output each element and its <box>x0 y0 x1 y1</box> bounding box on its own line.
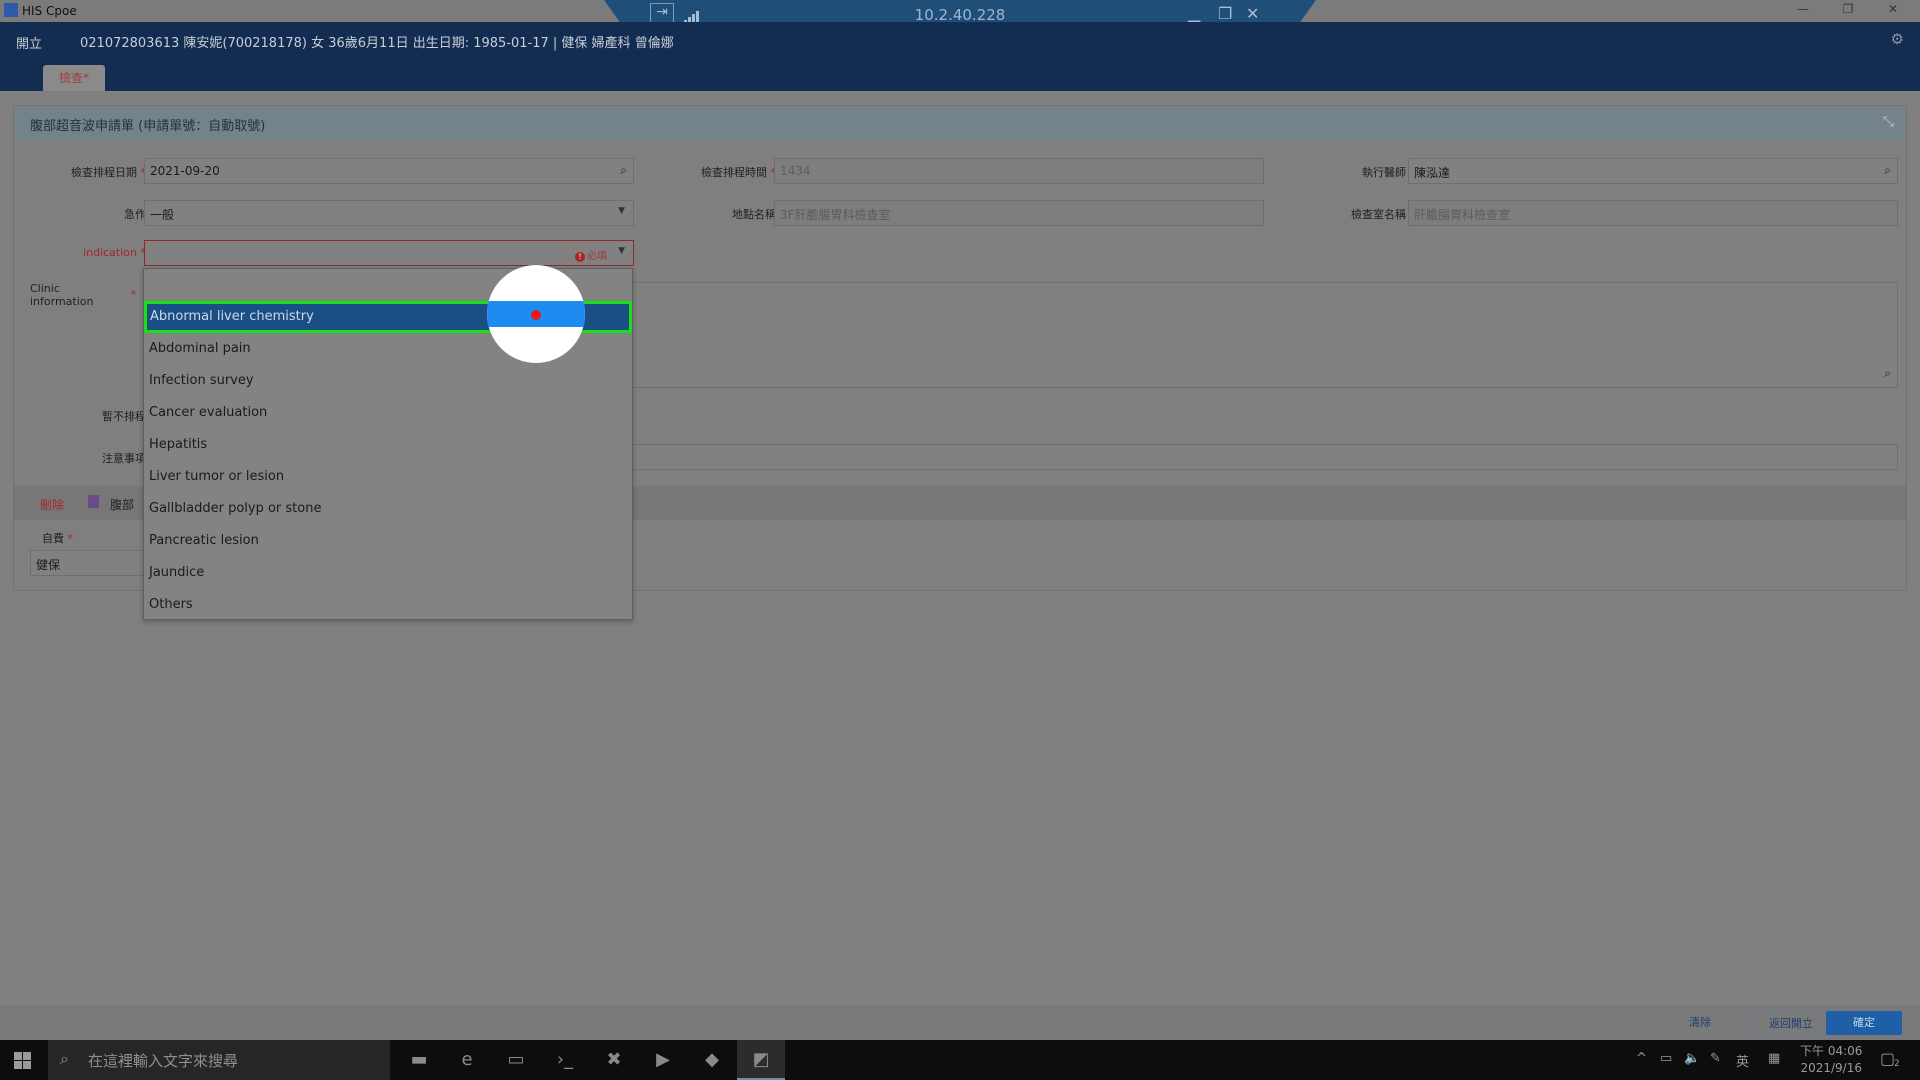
form-title: 腹部超音波申請單 (申請單號：自動取號) <box>30 119 266 134</box>
clinic-info-required: * <box>130 288 137 301</box>
urgency-value: 一般 <box>150 208 175 222</box>
dropdown-option[interactable]: Cancer evaluation <box>144 397 632 429</box>
indication-label: indication * <box>83 246 146 259</box>
rdp-restore-icon[interactable]: ❐ <box>1218 4 1232 23</box>
exam-item-title: 腹部 <box>110 498 135 512</box>
window-app-icon[interactable]: ▭ <box>492 1040 540 1080</box>
form-header: 腹部超音波申請單 (申請單號：自動取號) ⤡ <box>14 106 1906 140</box>
book-icon <box>88 495 99 508</box>
search-icon: ⌕ <box>60 1049 69 1068</box>
urgency-label: 急作 <box>124 208 146 221</box>
media-app-icon[interactable]: ▶ <box>639 1040 687 1080</box>
click-point-icon <box>531 310 541 320</box>
excel-icon[interactable]: ✖ <box>590 1040 638 1080</box>
clear-button[interactable]: 清除 <box>1670 1011 1730 1035</box>
windows-start-icon[interactable] <box>14 1052 31 1069</box>
open-order-label[interactable]: 開立 <box>16 33 42 52</box>
his-cpoe-app-icon[interactable]: ◩ <box>737 1040 785 1080</box>
dropdown-option[interactable]: Jaundice <box>144 557 632 589</box>
calendar-search-icon[interactable]: ⌕ <box>620 163 627 178</box>
chevron-up-icon[interactable]: ^ <box>1636 1051 1647 1066</box>
tab-exam[interactable]: 檢查* <box>43 65 105 91</box>
chevron-down-icon: ▼ <box>618 206 625 216</box>
app-logo-icon <box>4 3 18 17</box>
chevron-down-icon: ▼ <box>618 246 625 256</box>
taskbar-clock[interactable]: 下午 04:06 2021/9/16 <box>1800 1043 1862 1077</box>
dropdown-option[interactable]: Pancreatic lesion <box>144 525 632 557</box>
search-icon[interactable]: ⌕ <box>1884 366 1891 381</box>
search-placeholder: 在這裡輸入文字來搜尋 <box>88 1052 239 1070</box>
network-icon[interactable]: ▭ <box>1660 1051 1672 1066</box>
dropdown-option[interactable]: Liver tumor or lesion <box>144 461 632 493</box>
doctor-search-icon[interactable]: ⌕ <box>1884 163 1891 178</box>
required-hint: ! 必填 <box>575 247 607 262</box>
taskbar: ⌕ 在這裡輸入文字來搜尋 ▬ e ▭ ›_ ✖ ▶ ◆ ◩ ^ ▭ 🔈 ✎ 英 … <box>0 1040 1920 1080</box>
notification-icon[interactable]: ▢ <box>1880 1049 1895 1068</box>
pen-icon[interactable]: ✎ <box>1710 1051 1721 1066</box>
rdp-close-icon[interactable]: ✕ <box>1246 4 1259 23</box>
patient-header: 開立 021072803613 陳安妮(700218178) 女 36歲6月11… <box>0 22 1920 91</box>
doctor-field[interactable]: 陳泓達 ⌕ <box>1408 158 1898 184</box>
room-label: 檢查室名稱 <box>1351 208 1406 221</box>
rdp-minimize-icon[interactable]: ▁ <box>1188 4 1200 23</box>
exam-time-value: 1434 <box>780 164 811 178</box>
no-schedule-label: 暫不排程 <box>102 410 146 423</box>
volume-icon[interactable]: 🔈 <box>1684 1051 1700 1066</box>
collapse-icon[interactable]: ⤡ <box>1883 114 1894 130</box>
location-label: 地點名稱 <box>732 208 776 221</box>
exam-date-label: 檢查排程日期 * <box>71 166 146 179</box>
indication-select[interactable]: ! 必填 ▼ <box>144 240 634 266</box>
room-value: 肝膽腸胃科檢查室 <box>1414 208 1511 222</box>
remote-app-icon[interactable]: ◆ <box>688 1040 736 1080</box>
urgency-select[interactable]: 一般 ▼ <box>144 200 634 226</box>
keyboard-icon[interactable]: ▦ <box>1768 1051 1780 1066</box>
self-pay-label: 自費 * <box>42 532 73 545</box>
warning-icon: ! <box>575 252 585 262</box>
exam-time-field: 1434 <box>774 158 1264 184</box>
location-field: 3F肝膽腸胃科檢查室 <box>774 200 1264 226</box>
location-value: 3F肝膽腸胃科檢查室 <box>780 208 891 222</box>
window-title: HIS Cpoe <box>22 4 77 18</box>
cursor-highlight <box>487 265 585 363</box>
close-icon[interactable]: ✕ <box>1878 2 1908 20</box>
room-field: 肝膽腸胃科檢查室 <box>1408 200 1898 226</box>
restore-icon[interactable]: ❐ <box>1833 2 1863 20</box>
patient-info: 021072803613 陳安妮(700218178) 女 36歲6月11日 出… <box>80 36 674 51</box>
dropdown-option[interactable]: Hepatitis <box>144 429 632 461</box>
gear-icon[interactable]: ⚙ <box>1891 30 1904 48</box>
dropdown-option[interactable]: Others <box>144 589 632 621</box>
exam-time-label: 檢查排程時間 * <box>701 166 776 179</box>
back-button[interactable]: 返回開立 <box>1744 1011 1838 1035</box>
ime-indicator[interactable]: 英 <box>1736 1051 1749 1070</box>
confirm-button[interactable]: 確定 <box>1826 1011 1902 1035</box>
doctor-label: 執行醫師 <box>1362 166 1406 179</box>
terminal-icon[interactable]: ›_ <box>541 1040 589 1080</box>
clinic-info-label: Clinic information <box>30 282 94 308</box>
taskbar-search[interactable]: ⌕ 在這裡輸入文字來搜尋 <box>48 1040 390 1080</box>
dropdown-option[interactable]: Gallbladder polyp or stone <box>144 493 632 525</box>
notes-label: 注意事項 <box>102 452 146 465</box>
file-explorer-icon[interactable]: ▬ <box>395 1040 443 1080</box>
clock-date: 2021/9/16 <box>1800 1061 1862 1075</box>
dropdown-option[interactable]: Infection survey <box>144 365 632 397</box>
exam-date-value: 2021-09-20 <box>150 164 220 178</box>
action-bar: 清除 返回開立 確定 <box>0 1005 1920 1040</box>
internet-explorer-icon[interactable]: e <box>443 1040 491 1080</box>
minimize-icon[interactable]: — <box>1788 2 1818 20</box>
exam-date-field[interactable]: 2021-09-20 ⌕ <box>144 158 634 184</box>
self-pay-value: 健保 <box>36 558 61 572</box>
doctor-value: 陳泓達 <box>1414 166 1451 180</box>
clock-time: 下午 04:06 <box>1800 1044 1863 1058</box>
notification-count: 2 <box>1894 1059 1900 1069</box>
delete-button[interactable]: 刪除 <box>40 496 64 513</box>
